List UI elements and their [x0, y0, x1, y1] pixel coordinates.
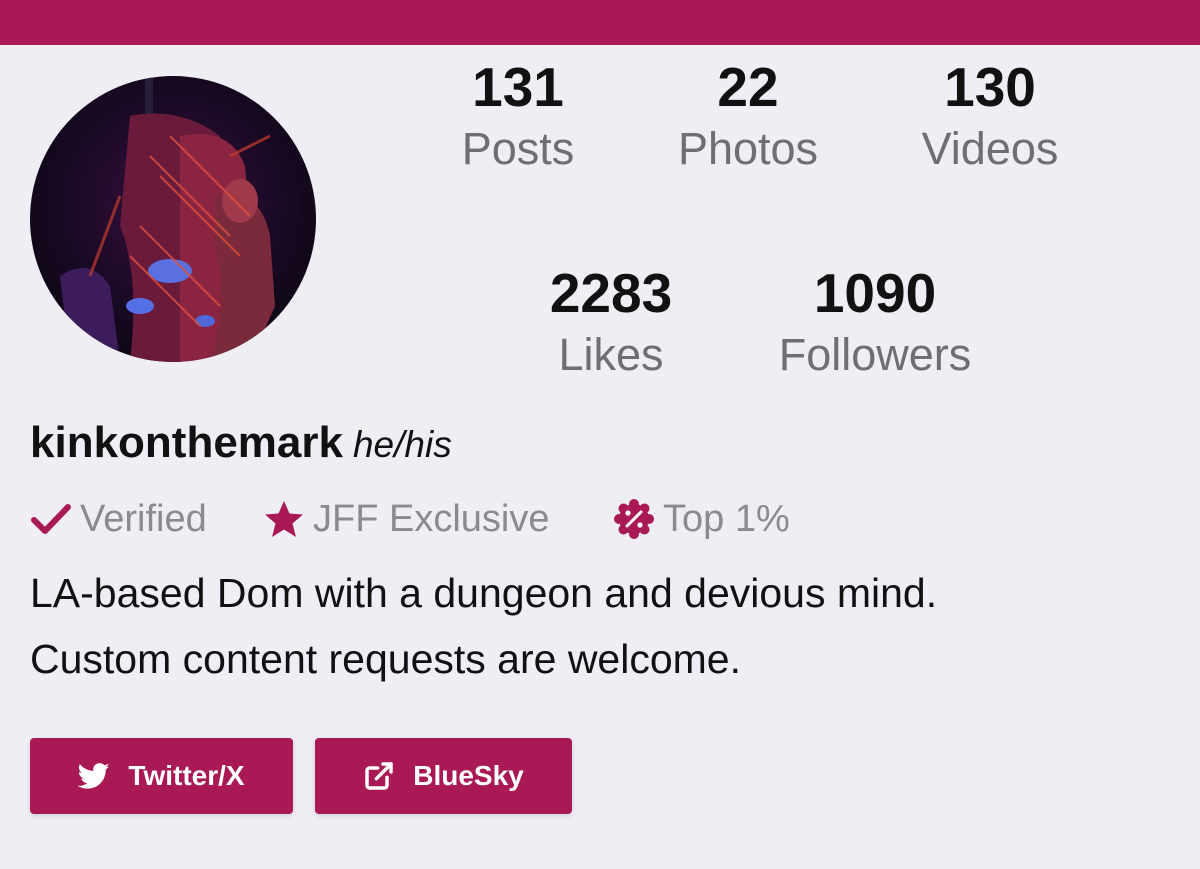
badge-top-percent-label: Top 1%: [663, 497, 790, 540]
bluesky-link-label: BlueSky: [413, 760, 524, 791]
likes-count: 2283: [549, 262, 673, 324]
likes-label: Likes: [558, 329, 664, 380]
badge-jff-exclusive-label: JFF Exclusive: [313, 497, 550, 540]
badge-jff-exclusive: JFF Exclusive: [263, 494, 549, 544]
bluesky-link-button[interactable]: BlueSky: [315, 738, 572, 814]
badge-top-percent: Top 1%: [613, 494, 790, 544]
videos-count: 130: [944, 56, 1036, 118]
external-link-icon: [363, 760, 395, 792]
videos-label: Videos: [921, 123, 1059, 174]
stat-photos[interactable]: 22 Photos: [618, 56, 878, 176]
stat-videos[interactable]: 130 Videos: [860, 56, 1120, 176]
posts-label: Posts: [461, 123, 575, 174]
stat-posts[interactable]: 131 Posts: [388, 56, 648, 176]
twitter-link-button[interactable]: Twitter/X: [30, 738, 293, 814]
badge-verified: Verified: [30, 494, 207, 544]
stat-likes[interactable]: 2283 Likes: [481, 262, 741, 382]
followers-label: Followers: [778, 329, 972, 380]
avatar-image: [30, 76, 316, 362]
twitter-icon: [78, 760, 110, 792]
twitter-link-label: Twitter/X: [128, 760, 245, 791]
posts-count: 131: [472, 56, 564, 118]
top-bar: [0, 0, 1200, 45]
followers-count: 1090: [813, 262, 937, 324]
photos-count: 22: [717, 56, 779, 118]
badge-verified-label: Verified: [80, 497, 207, 540]
photos-label: Photos: [677, 123, 819, 174]
bio-line-1: LA-based Dom with a dungeon and devious …: [30, 570, 938, 616]
check-icon: [30, 498, 72, 540]
bio: LA-based Dom with a dungeon and devious …: [30, 560, 1170, 692]
percent-badge-icon: [613, 498, 655, 540]
name-row: kinkonthemark he/his: [30, 418, 452, 474]
star-icon: [263, 498, 305, 540]
bio-line-2: Custom content requests are welcome.: [30, 636, 741, 682]
username: kinkonthemark: [30, 418, 343, 467]
pronouns: he/his: [352, 424, 452, 465]
avatar[interactable]: [30, 76, 316, 362]
stat-followers[interactable]: 1090 Followers: [745, 262, 1005, 382]
